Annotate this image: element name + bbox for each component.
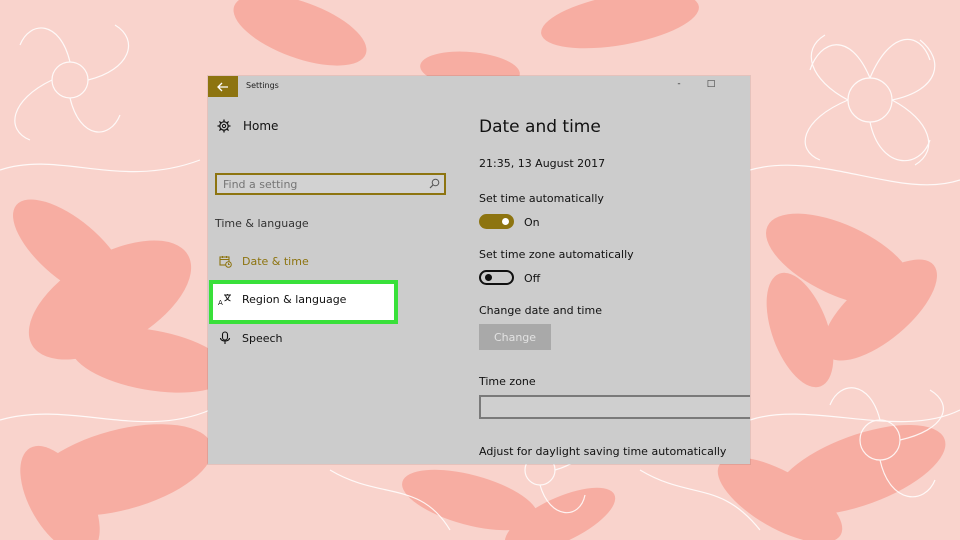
daylight-saving-label: Adjust for daylight saving time automati… [479,445,727,458]
page-title: Date and time [479,117,601,137]
date-time-icon [217,255,233,268]
search-input[interactable] [223,177,418,191]
sidebar-item-date-time[interactable]: Date & time [217,255,309,268]
set-timezone-auto-state: Off [524,272,541,285]
microphone-icon [217,331,233,345]
gear-icon [217,119,231,133]
sidebar-item-label: Speech [242,331,283,345]
sidebar-home[interactable]: Home [217,119,278,133]
settings-window: Settings - □ Home Time & language [208,76,750,464]
sidebar: Home Time & language Date & time [208,97,458,464]
back-button[interactable] [208,76,238,97]
toggle-knob [485,274,492,281]
current-datetime: 21:35, 13 August 2017 [479,157,606,170]
set-timezone-auto-toggle[interactable] [479,270,514,285]
title-bar: Settings - □ [208,76,750,97]
minimize-button[interactable]: - [672,79,686,89]
window-title: Settings [246,81,279,90]
set-timezone-auto-label: Set time zone automatically [479,248,634,261]
change-button[interactable]: Change [479,324,551,350]
back-arrow-icon [217,82,228,91]
set-time-auto-label: Set time automatically [479,192,604,205]
sidebar-item-label: Region & language [242,293,347,306]
region-language-icon: A [217,293,233,306]
maximize-button[interactable]: □ [704,79,718,89]
set-time-auto-state: On [524,216,540,229]
set-time-auto-toggle[interactable] [479,214,514,229]
time-zone-dropdown[interactable] [479,395,750,419]
sidebar-item-speech[interactable]: Speech [217,331,283,345]
svg-text:A: A [218,299,223,306]
search-box[interactable] [215,173,446,195]
search-icon[interactable] [429,178,440,189]
toggle-knob [502,218,509,225]
home-label: Home [243,119,279,133]
main-content: Date and time 21:35, 13 August 2017 Set … [458,97,750,464]
sidebar-item-region-language[interactable]: A Region & language [217,293,346,306]
sidebar-item-label: Date & time [242,255,309,268]
section-heading: Time & language [215,217,309,230]
time-zone-label: Time zone [479,375,536,388]
change-date-label: Change date and time [479,304,602,317]
